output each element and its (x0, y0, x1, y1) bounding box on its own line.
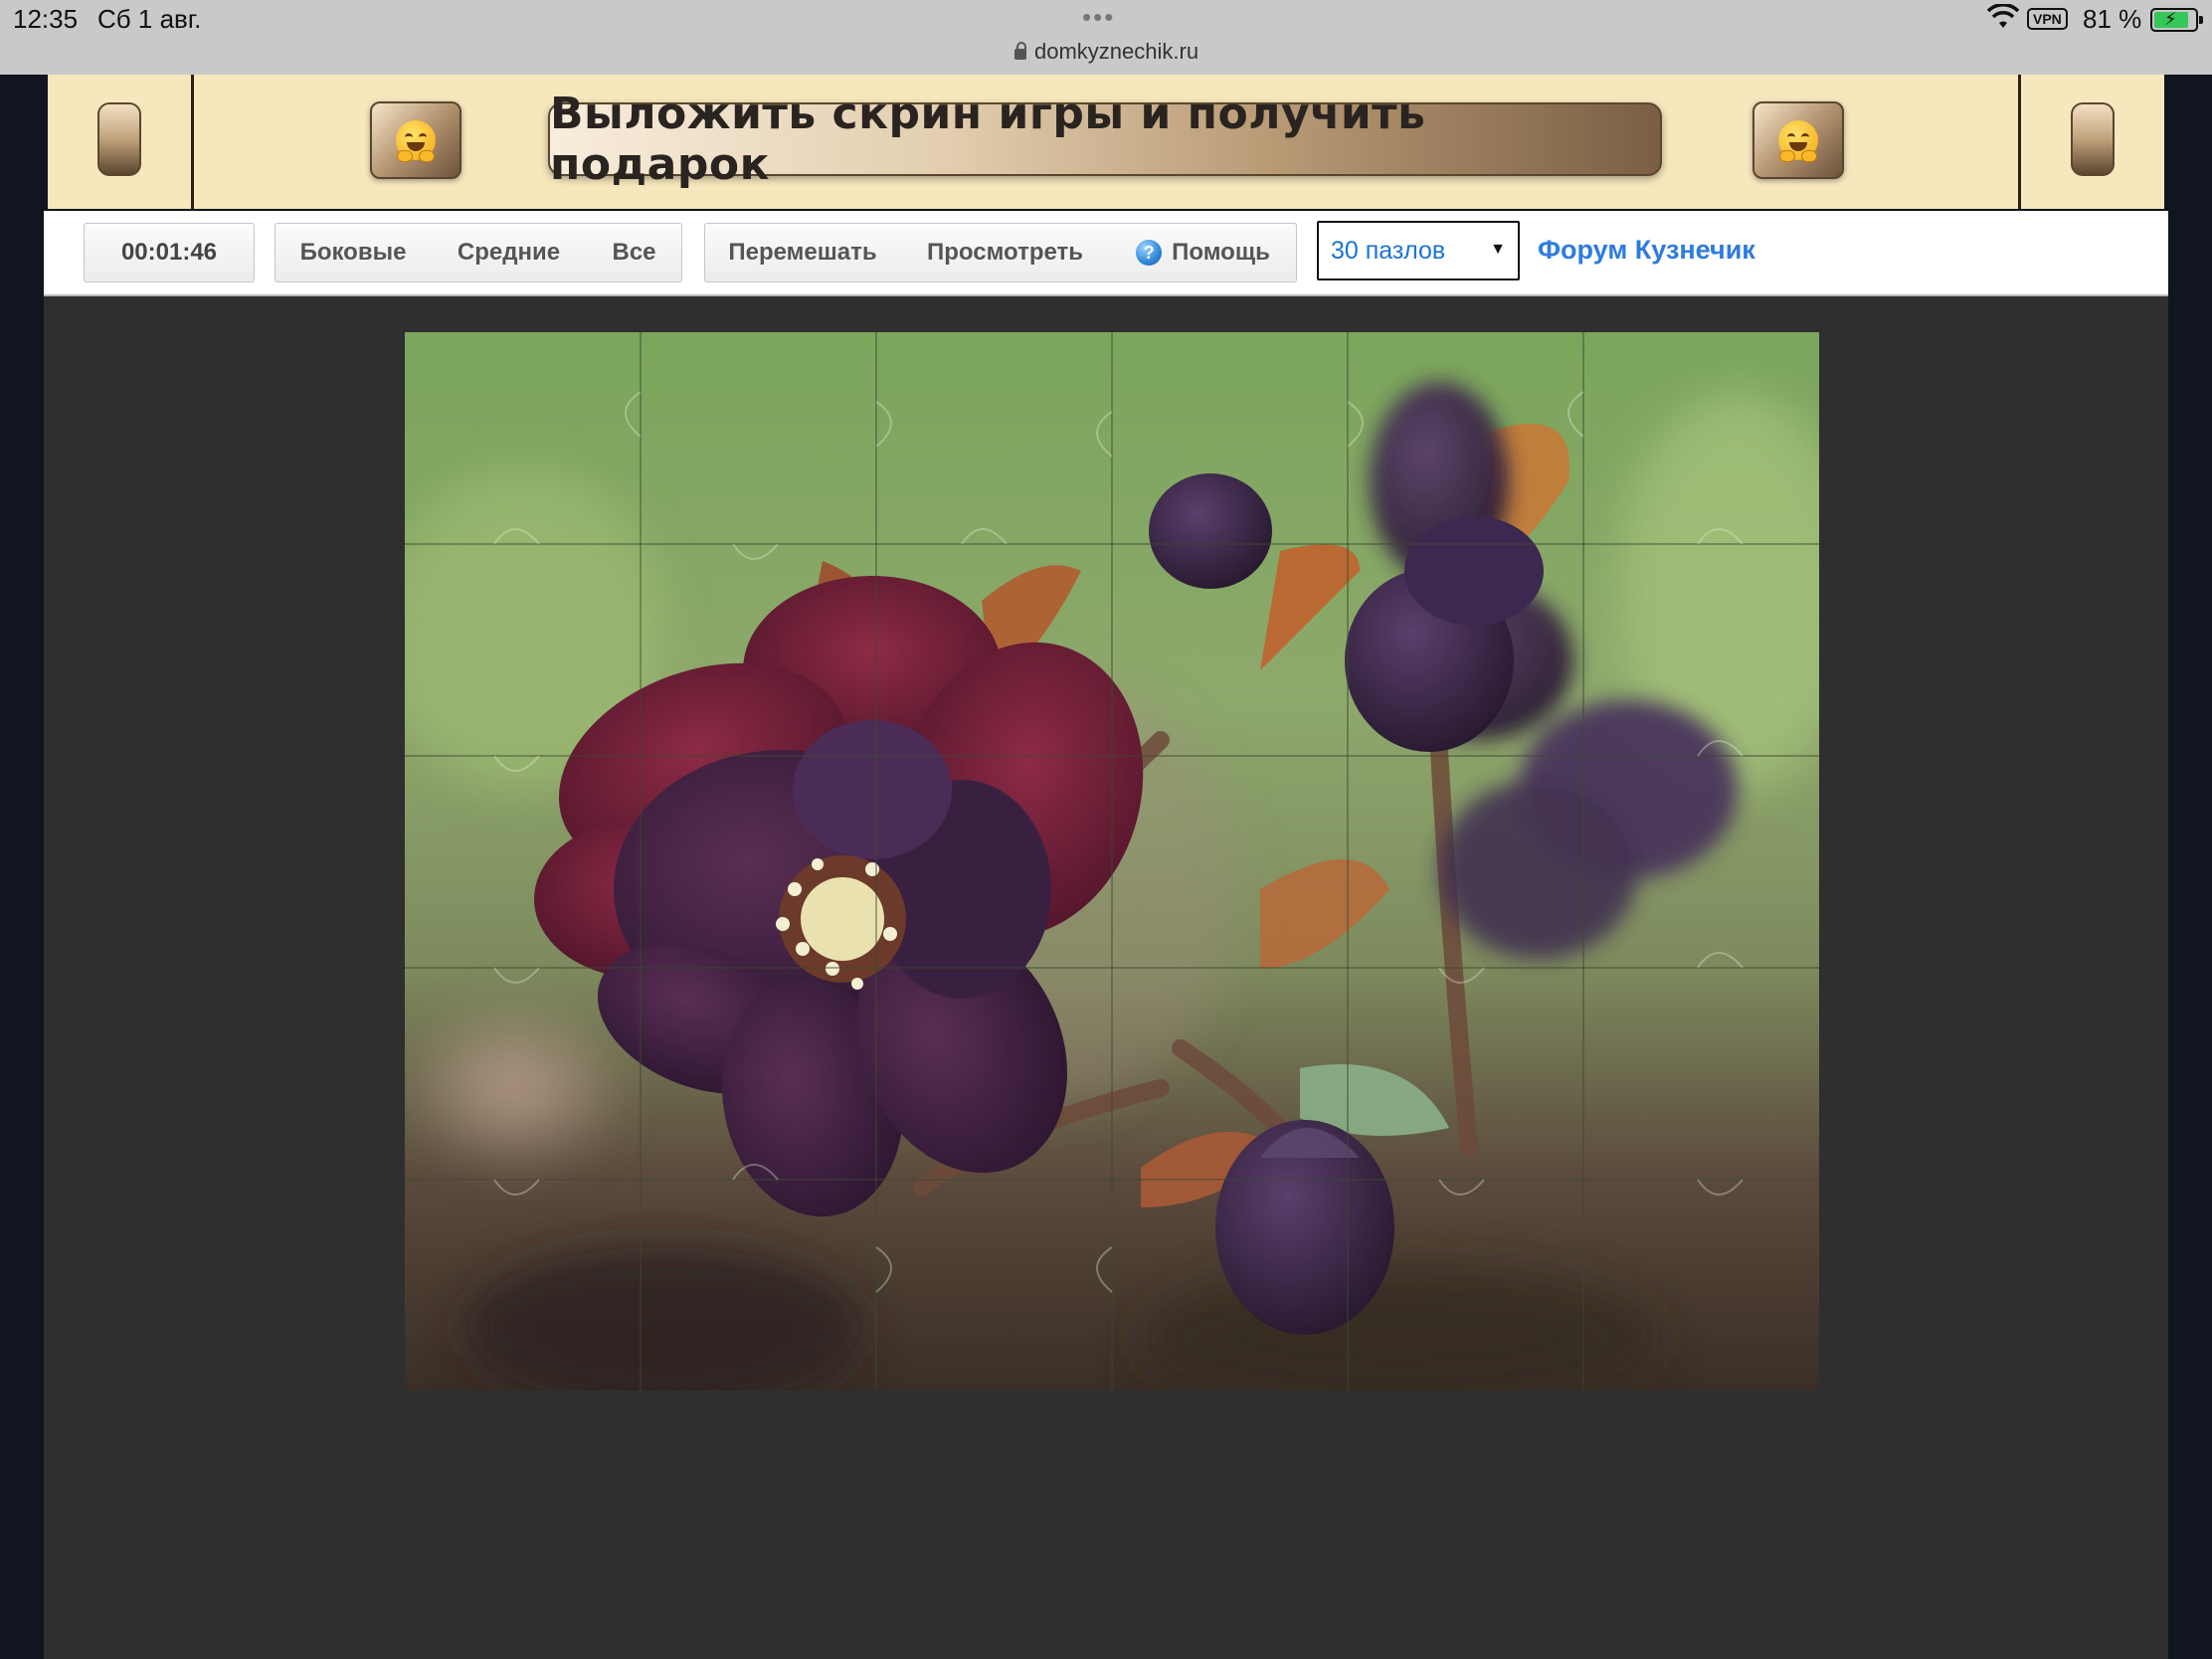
lock-icon (1014, 42, 1026, 60)
puzzle-board[interactable] (405, 332, 1819, 1390)
banner-pill-left (97, 102, 141, 176)
battery-percent: 81 % (2083, 4, 2142, 34)
filter-middle-button[interactable]: Средние (431, 223, 588, 282)
vpn-badge: VPN (2027, 8, 2068, 30)
banner-pill-right (2071, 102, 2115, 176)
status-time: 12:35 (13, 4, 79, 34)
filter-edge-button[interactable]: Боковые (275, 223, 432, 282)
help-button[interactable]: ? Помощь (1110, 223, 1297, 282)
promo-button[interactable]: Выложить скрин игры и получить подарок (548, 89, 1662, 190)
multitasking-dots-icon[interactable]: ••• (1082, 2, 1115, 33)
address-bar[interactable]: domkyznechik.ru (1014, 39, 1198, 65)
status-date: Сб 1 авг. (97, 4, 202, 34)
shuffle-button[interactable]: Перемешать (704, 223, 901, 282)
pieces-count-select[interactable]: 30 пазлов ▼ (1317, 221, 1520, 280)
hugging-face-icon (396, 120, 436, 162)
filter-all-button[interactable]: Все (587, 223, 682, 282)
help-label: Помощь (1172, 239, 1270, 266)
dropdown-arrow-icon: ▼ (1490, 241, 1506, 258)
preview-button[interactable]: Просмотреть (900, 223, 1111, 282)
status-bar: 12:35 Сб 1 авг. ••• domkyznechik.ru VPN … (0, 0, 2212, 75)
help-icon: ? (1136, 240, 1163, 266)
promo-banner: Выложить скрин игры и получить подарок (48, 75, 2164, 209)
pieces-count-value: 30 пазлов (1331, 236, 1446, 265)
hugging-face-icon (1778, 120, 1818, 162)
game-area (44, 296, 2168, 1659)
banner-divider-right (2018, 75, 2021, 209)
wifi-icon (1987, 4, 2019, 28)
forum-link[interactable]: Форум Кузнечик (1538, 235, 1755, 266)
puzzle-image (405, 332, 1819, 1390)
emoji-button-left[interactable] (370, 101, 461, 179)
url-text: domkyznechik.ru (1034, 39, 1199, 64)
banner-divider-left (191, 75, 194, 209)
battery-icon: ⚡ (2150, 8, 2203, 32)
game-toolbar: 00:01:46 Боковые Средние Все Перемешать … (44, 211, 2168, 296)
timer-display: 00:01:46 (84, 223, 255, 282)
emoji-button-right[interactable] (1752, 101, 1844, 179)
